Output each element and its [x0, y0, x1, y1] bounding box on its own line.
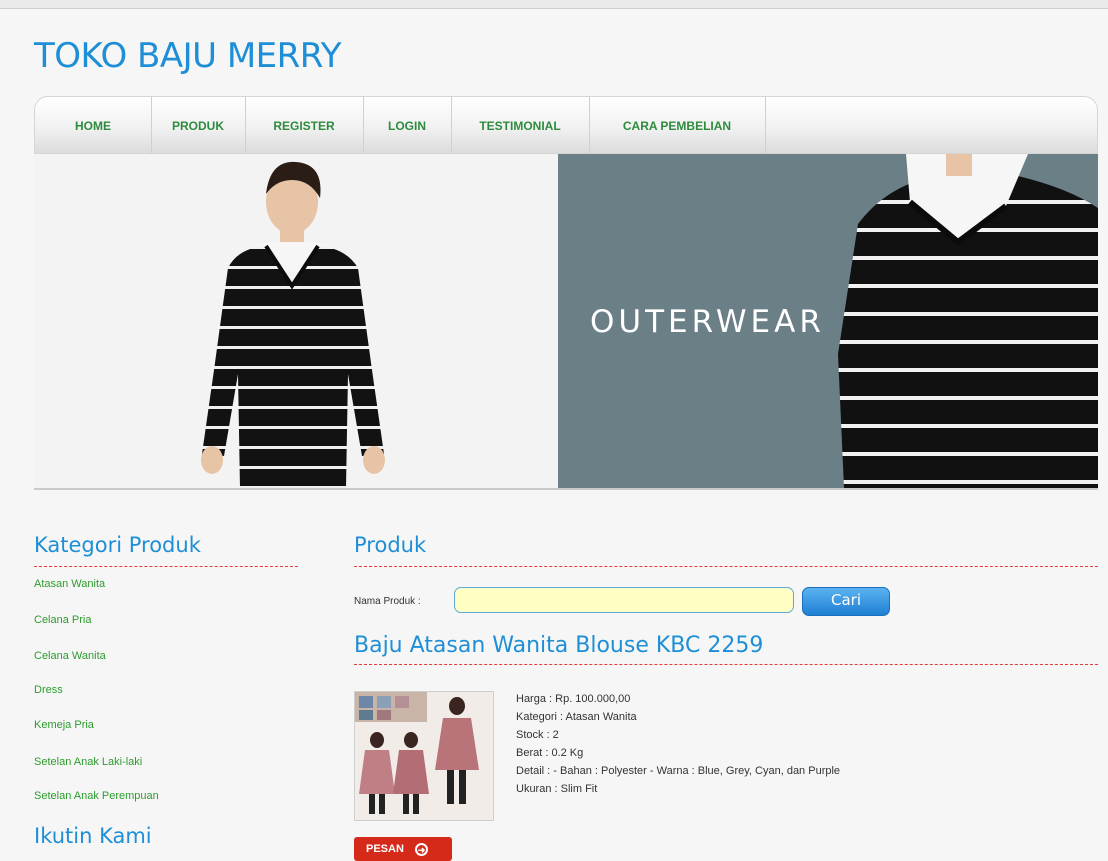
- product-weight: Berat : 0.2 Kg: [516, 747, 584, 759]
- product-detail: Detail : - Bahan : Polyester - Warna : B…: [516, 765, 841, 777]
- follow-heading: Ikutin Kami: [34, 824, 152, 848]
- category-link-atasan-wanita[interactable]: Atasan Wanita: [34, 578, 105, 590]
- nav-item-testimonial[interactable]: TESTIMONIAL: [451, 97, 590, 155]
- hero-banner[interactable]: OUTERWEAR: [34, 154, 1098, 490]
- search-button[interactable]: Cari: [802, 587, 890, 616]
- product-price: Harga : Rp. 100.000,00: [516, 693, 631, 705]
- order-button[interactable]: PESAN ➜: [354, 837, 452, 861]
- nav-item-produk[interactable]: PRODUK: [151, 97, 246, 155]
- category-link-dress[interactable]: Dress: [34, 684, 63, 696]
- nav-item-home[interactable]: HOME: [35, 97, 152, 155]
- arrow-circle-icon: ➜: [414, 842, 428, 856]
- search-label: Nama Produk :: [354, 596, 421, 607]
- nav-item-login[interactable]: LOGIN: [363, 97, 452, 155]
- product-size: Ukuran : Slim Fit: [516, 783, 598, 795]
- category-divider: [34, 566, 298, 567]
- product-title[interactable]: Baju Atasan Wanita Blouse KBC 2259: [354, 633, 763, 658]
- banner-promo-panel: OUTERWEAR: [558, 154, 1098, 488]
- site-title[interactable]: TOKO BAJU MERRY: [34, 36, 342, 76]
- produk-heading: Produk: [354, 533, 427, 557]
- browser-top-edge: [0, 0, 1108, 9]
- product-category: Kategori : Atasan Wanita: [516, 711, 637, 723]
- nav-item-cara-pembelian[interactable]: CARA PEMBELIAN: [589, 97, 766, 155]
- order-button-label: PESAN: [366, 843, 404, 855]
- main-navigation: HOME PRODUK REGISTER LOGIN TESTIMONIAL C…: [34, 96, 1098, 155]
- model-illustration: [201, 161, 385, 488]
- category-link-setelan-anak-perempuan[interactable]: Setelan Anak Perempuan: [34, 790, 159, 802]
- category-link-kemeja-pria[interactable]: Kemeja Pria: [34, 719, 94, 731]
- produk-divider: [354, 566, 1098, 567]
- banner-model-image: [34, 154, 558, 488]
- category-heading: Kategori Produk: [34, 533, 201, 557]
- banner-text: OUTERWEAR: [590, 304, 825, 340]
- product-divider: [354, 664, 1098, 665]
- product-photo: [355, 692, 493, 820]
- product-stock: Stock : 2: [516, 729, 559, 741]
- product-thumbnail[interactable]: [354, 691, 494, 821]
- nav-item-register[interactable]: REGISTER: [245, 97, 364, 155]
- product-search-input[interactable]: [454, 587, 794, 613]
- category-link-celana-wanita[interactable]: Celana Wanita: [34, 650, 106, 662]
- category-link-celana-pria[interactable]: Celana Pria: [34, 614, 91, 626]
- category-link-setelan-anak-laki-laki[interactable]: Setelan Anak Laki-laki: [34, 756, 142, 768]
